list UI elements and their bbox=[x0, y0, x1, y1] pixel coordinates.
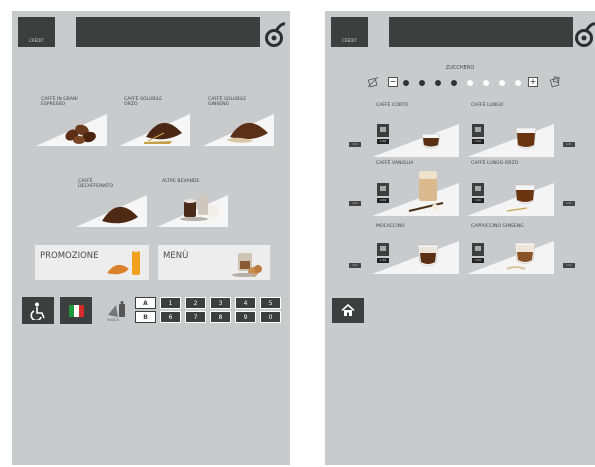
keypad-key-a[interactable]: A bbox=[135, 297, 156, 309]
drink-label: CAFFÈ LUNGO ORZO bbox=[471, 161, 519, 166]
main-menu-screen: CRÉDIT CAFFÈ IN GRANI ESPRESSO CAFFÈ SOL… bbox=[12, 11, 290, 465]
coffee-powder-decaf-icon bbox=[102, 206, 138, 224]
sugar-dot-filled[interactable] bbox=[419, 80, 425, 86]
message-display bbox=[76, 17, 260, 47]
drink-info-button[interactable]: info bbox=[563, 201, 575, 206]
sugar-dot-empty[interactable] bbox=[515, 80, 521, 86]
italian-flag-icon bbox=[68, 304, 84, 317]
keypad-key-4[interactable]: 4 bbox=[235, 297, 256, 309]
brand-logo-icon bbox=[265, 22, 286, 47]
brand-tag-icon bbox=[472, 243, 484, 256]
drink-label: CAFFÈ LUNGO bbox=[471, 103, 504, 108]
coffee-powder-orzo-icon bbox=[144, 122, 182, 144]
menu-button[interactable]: MENÙ bbox=[158, 245, 270, 280]
cappuccino-ginseng-cup-icon bbox=[506, 242, 536, 270]
drink-label: CAFFÈ CORTO bbox=[376, 103, 409, 108]
coffee-powder-ginseng-icon bbox=[226, 122, 268, 143]
drink-info-button[interactable]: info bbox=[563, 263, 575, 268]
other-drinks-icon bbox=[180, 195, 218, 221]
product-label: CAFFÈ IN GRANI ESPRESSO bbox=[41, 97, 78, 108]
brand-logo-icon bbox=[575, 22, 595, 47]
message-display bbox=[389, 17, 573, 47]
orzo-cup-icon bbox=[506, 184, 536, 212]
snack-icon[interactable] bbox=[106, 301, 128, 319]
sugar-dot-empty[interactable] bbox=[483, 80, 489, 86]
coffee-biscuits-icon bbox=[232, 253, 262, 277]
vanilla-coffee-glass-icon bbox=[408, 171, 444, 212]
sugar-dot-filled[interactable] bbox=[435, 80, 441, 86]
keypad-key-3[interactable]: 3 bbox=[210, 297, 231, 309]
lungo-cup-icon bbox=[515, 127, 537, 149]
brand-tag-icon bbox=[377, 243, 389, 256]
espresso-cup-icon bbox=[421, 133, 441, 149]
product-label: CAFFÈ SOLUBILE GINSENG bbox=[208, 97, 247, 108]
sugar-decrease-button[interactable]: − bbox=[388, 77, 398, 87]
coffee-beans-icon bbox=[65, 124, 96, 144]
brand-tag-icon bbox=[472, 124, 484, 137]
keypad-key-b[interactable]: B bbox=[135, 311, 156, 323]
product-label: ALTRE BEVANDE bbox=[162, 179, 200, 184]
drink-price: 0,60 bbox=[472, 139, 484, 144]
drink-info-button[interactable]: info bbox=[349, 201, 361, 206]
menu-label: MENÙ bbox=[163, 251, 189, 261]
promotion-button[interactable]: PROMOZIONE bbox=[35, 245, 149, 280]
wheelchair-icon bbox=[30, 302, 45, 320]
juice-croissant-icon bbox=[107, 248, 140, 275]
product-label: CAFFÈ SOLUBILE ORZO bbox=[124, 97, 163, 108]
keypad-key-6[interactable]: 6 bbox=[160, 311, 181, 323]
sugar-dot-empty[interactable] bbox=[499, 80, 505, 86]
sugar-dot-filled[interactable] bbox=[451, 80, 457, 86]
brand-tag-icon bbox=[377, 183, 389, 196]
keypad-key-1[interactable]: 1 bbox=[160, 297, 181, 309]
no-sugar-icon bbox=[367, 76, 379, 88]
brand-tag-icon bbox=[472, 183, 484, 196]
mocaccino-cup-icon bbox=[417, 244, 439, 266]
keypad-key-2[interactable]: 2 bbox=[185, 297, 206, 309]
drink-price: 0,60 bbox=[472, 258, 484, 263]
accessibility-button[interactable] bbox=[22, 297, 54, 324]
keypad-key-5[interactable]: 5 bbox=[260, 297, 281, 309]
sugar-dot-filled[interactable] bbox=[403, 80, 409, 86]
brand-tag-icon bbox=[377, 124, 389, 137]
keypad-key-7[interactable]: 7 bbox=[185, 311, 206, 323]
sugar-dot-empty[interactable] bbox=[467, 80, 473, 86]
credit-label: CRÉDIT bbox=[342, 38, 357, 43]
promotion-label: PROMOZIONE bbox=[40, 251, 99, 261]
drink-label: CAPPUCCINO GINSENG bbox=[471, 224, 524, 229]
snack-label: SNACK bbox=[107, 318, 120, 322]
sugar-increase-button[interactable]: + bbox=[528, 77, 538, 87]
extra-sugar-icon bbox=[549, 76, 560, 88]
credit-label: CRÉDIT bbox=[29, 38, 44, 43]
sugar-title: ZUCCHERO bbox=[445, 65, 475, 71]
language-button[interactable] bbox=[60, 297, 92, 324]
keypad-key-9[interactable]: 9 bbox=[235, 311, 256, 323]
keypad-key-8[interactable]: 8 bbox=[210, 311, 231, 323]
drink-selection-screen: CRÉDIT ZUCCHERO − + CAFFÈ CORTO 0,60 inf… bbox=[325, 11, 595, 465]
product-label: CAFFÈ DECAFFEINATO bbox=[78, 179, 113, 190]
drink-price: 0,60 bbox=[472, 198, 484, 203]
drink-info-button[interactable]: info bbox=[349, 142, 361, 147]
credit-display: CRÉDIT bbox=[18, 17, 55, 47]
drink-price: 0,60 bbox=[377, 198, 389, 203]
drink-label: CAFFÈ VANIGLIA bbox=[376, 161, 414, 166]
drink-info-button[interactable]: info bbox=[349, 263, 361, 268]
drink-label: MOCACCINO bbox=[376, 224, 405, 229]
drink-info-button[interactable]: info bbox=[563, 142, 575, 147]
keypad-key-0[interactable]: 0 bbox=[260, 311, 281, 323]
drink-price: 0,60 bbox=[377, 139, 389, 144]
drink-price: 0,60 bbox=[377, 258, 389, 263]
home-icon bbox=[341, 304, 355, 316]
credit-display: CRÉDIT bbox=[331, 17, 368, 47]
home-button[interactable] bbox=[332, 298, 364, 323]
